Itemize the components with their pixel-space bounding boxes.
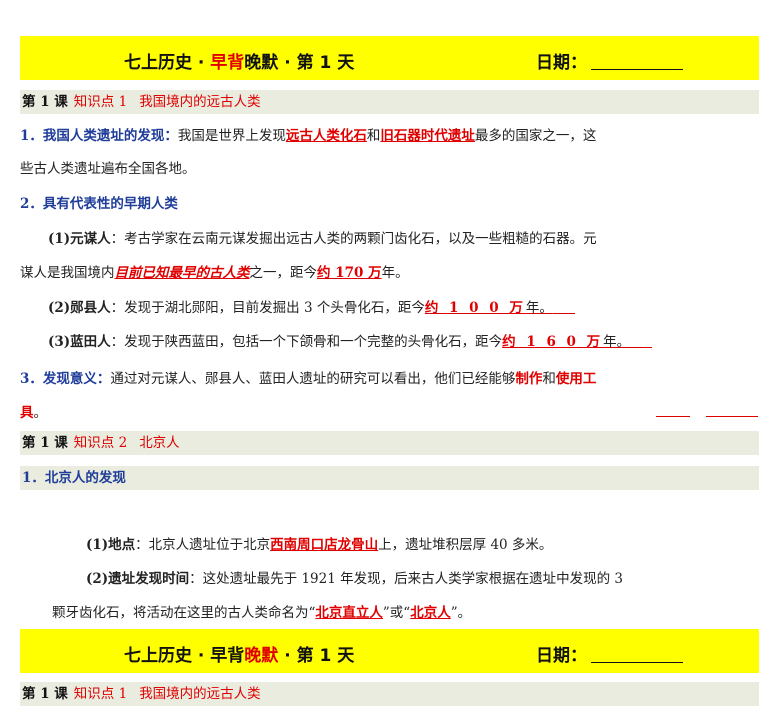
knowledge-point-label: 知识点 1 — [73, 686, 128, 702]
answer-text: 具 — [20, 405, 34, 421]
paragraph-line: 1．我国人类遗址的发现：我国是世界上发现远古人类化石和旧石器时代遗址最多的国家之… — [20, 128, 597, 144]
section-bar: 1．北京人的发现 — [20, 466, 759, 490]
date-label: 日期： — [536, 53, 587, 73]
paragraph-line: (1)元谋人：考古学家在云南元谋发掘出远古人类的两颗门齿化石，以及一些粗糙的石器… — [48, 231, 597, 247]
answer-text: 西南周口店龙骨山 — [270, 537, 379, 553]
page-title: 七上历史 · 早背晚默 · 第 1 天 — [124, 53, 355, 73]
paragraph-line: 3．发现意义：通过对元谋人、郧县人、蓝田人遗址的研究可以看出，他们已经能够制作和… — [20, 371, 597, 387]
item-label: (1)地点 — [86, 537, 136, 553]
answer-text: 使用工 — [555, 371, 597, 387]
date-label: 日期： — [536, 646, 587, 666]
header-banner: 七上历史 · 早背晚默 · 第 1 天 日期： — [20, 629, 759, 673]
knowledge-point-label: 知识点 2 — [73, 435, 128, 451]
answer-blank — [706, 416, 758, 417]
lesson-label: 第 1 课 — [22, 686, 68, 702]
paragraph-line: 2．具有代表性的早期人类 — [20, 194, 760, 214]
page-title: 七上历史 · 早背晚默 · 第 1 天 — [124, 646, 355, 666]
point-heading: 3．发现意义： — [20, 371, 111, 387]
lesson-label: 第 1 课 — [22, 94, 68, 110]
title-morning: 早背 — [210, 53, 245, 73]
title-morning: 早背 — [210, 646, 245, 666]
answer-text: 目前已知最早的古人类 — [114, 265, 250, 281]
lesson-label: 第 1 课 — [22, 435, 68, 451]
point-heading: 2．具有代表性的早期人类 — [20, 196, 178, 212]
answer-blank — [630, 333, 653, 348]
paragraph-line: 颗牙齿化石，将活动在这里的古人类命名为“北京直立人”或“北京人”。 — [52, 605, 472, 621]
item-label: (3)蓝田人 — [48, 334, 111, 350]
answer-text: 旧石器时代遗址 — [380, 128, 475, 144]
item-label: (1)元谋人 — [48, 231, 111, 247]
knowledge-point-title: 我国境内的远古人类 — [139, 686, 261, 702]
answer-text: 约 1 6 0 万 — [502, 334, 604, 350]
answer-text: 远古人类化石 — [285, 128, 367, 144]
answer-text: 约 1 0 0 万 — [424, 300, 526, 316]
date-field: 日期： — [536, 641, 683, 666]
date-blank — [591, 646, 683, 663]
answer-blank — [656, 416, 690, 417]
date-blank — [591, 53, 683, 70]
answer-text: 北京直立人 — [315, 605, 383, 621]
point-heading: 1．我国人类遗址的发现： — [20, 128, 178, 144]
item-label: (2)遗址发现时间 — [86, 571, 190, 587]
document-page: 七上历史 · 早背晚默 · 第 1 天 日期： 第 1 课知识点 1 我国境内的远… — [0, 0, 779, 706]
knowledge-point-label: 知识点 1 — [73, 94, 128, 110]
paragraph-line: (2)遗址发现时间：这处遗址最先于 1921 年发现，后来古人类学家根据在遗址中… — [86, 571, 623, 587]
section-bar: 第 1 课知识点 1 我国境内的远古人类 — [20, 682, 759, 706]
section-bar: 第 1 课知识点 2 北京人 — [20, 431, 759, 455]
answer-text: 制作 — [515, 371, 543, 387]
paragraph-line: (3)蓝田人：发现于陕西蓝田，包括一个下颌骨和一个完整的头骨化石，距今约 1 6… — [48, 332, 760, 352]
paragraph-line: 些古人类遗址遍布全国各地。 — [20, 161, 196, 177]
answer-blank — [552, 299, 575, 314]
knowledge-point-title: 北京人 — [139, 435, 180, 451]
title-evening: 晚默 — [244, 53, 279, 73]
paragraph-line: 具。 — [20, 405, 47, 421]
paragraph-line: (1)地点：北京人遗址位于北京西南周口店龙骨山上，遗址堆积层厚 40 多米。 — [86, 537, 553, 553]
paragraph-line: 谋人是我国境内目前已知最早的古人类之一，距今约 170 万年。 — [20, 265, 409, 281]
item-label: (2)郧县人 — [48, 300, 111, 316]
answer-text: 约 170 万 — [317, 265, 382, 281]
answer-text: 北京人 — [410, 605, 451, 621]
title-evening: 晚默 — [244, 646, 279, 666]
section-bar: 第 1 课知识点 1 我国境内的远古人类 — [20, 90, 759, 114]
knowledge-point-title: 我国境内的远古人类 — [139, 94, 261, 110]
point-heading: 1．北京人的发现 — [22, 470, 126, 486]
header-banner: 七上历史 · 早背晚默 · 第 1 天 日期： — [20, 36, 759, 80]
date-field: 日期： — [536, 48, 683, 73]
paragraph-line: (2)郧县人：发现于湖北郧阳，目前发掘出 3 个头骨化石，距今约 1 0 0 万… — [48, 298, 760, 318]
